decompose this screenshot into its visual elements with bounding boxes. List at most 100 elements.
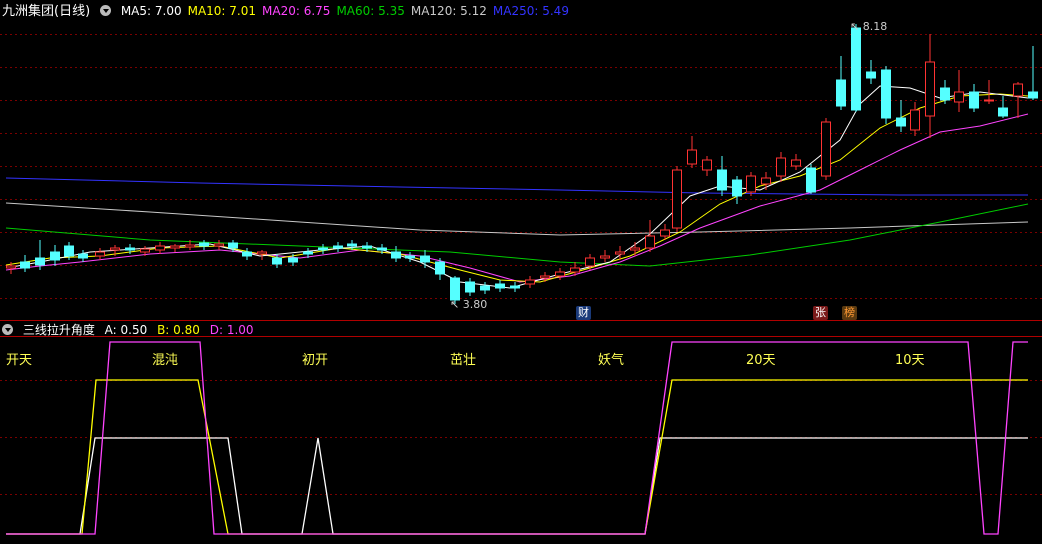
candle-body (20, 261, 30, 269)
candle-body (6, 265, 16, 269)
ma-legend-item: MA10: 7.01 (187, 4, 257, 18)
candlesticks (6, 24, 1038, 304)
candle-body (35, 257, 45, 266)
candle-body (420, 255, 430, 263)
candle-body (257, 251, 267, 255)
stock-title: 九洲集团(日线) (2, 4, 91, 19)
candle-body (746, 175, 756, 193)
candle-body (170, 245, 180, 249)
candle-body (984, 99, 994, 102)
indicator-a-line (6, 437, 1028, 535)
candle-body (925, 61, 935, 117)
candle-body (242, 251, 252, 257)
candle-body (510, 285, 520, 289)
phase-label: 混沌 (152, 353, 179, 368)
candle-body (525, 279, 535, 285)
moving-average-lines (5, 85, 1029, 289)
candle-body (630, 247, 640, 251)
candle-body (940, 87, 950, 101)
candle-body (450, 277, 460, 301)
phase-label: 20天 (746, 353, 776, 368)
candle-body (866, 71, 876, 79)
indicator-title: 三线拉升角度 (22, 323, 95, 337)
candle-body (910, 109, 920, 131)
candle-body (333, 245, 343, 249)
phase-label: 初开 (302, 353, 329, 368)
candle-body (791, 159, 801, 167)
candle-body (78, 253, 88, 259)
ma20-line (5, 113, 1029, 283)
phase-label: 茁壮 (450, 353, 477, 368)
candle-body (303, 251, 313, 255)
candle-body (717, 169, 727, 191)
candle-body (199, 242, 209, 247)
candle-body (377, 247, 387, 251)
candle-body (185, 244, 195, 248)
candle-body (761, 177, 771, 185)
candle-body (391, 251, 401, 259)
candle-body (881, 69, 891, 119)
ma-legend-item: MA120: 5.12 (410, 4, 487, 18)
candle-body (954, 91, 964, 103)
ma250-line (5, 177, 1028, 196)
main-chart-header: 九洲集团(日线) MA5: 7.00 MA10: 7.01 MA20: 6.75 MA… (2, 2, 581, 20)
ma-legend-item: MA20: 6.75 (262, 4, 331, 18)
candle-body (555, 271, 565, 277)
candle-body (347, 243, 357, 247)
candle-body (465, 281, 475, 293)
candle-body (836, 79, 846, 107)
candle-body (110, 247, 120, 251)
candle-body (140, 248, 150, 253)
ma60-line (5, 203, 1029, 267)
event-tag-limit-up[interactable]: 张 (813, 306, 828, 320)
low-price-label: ↖ 3.80 (450, 298, 488, 311)
candle-body (214, 243, 224, 247)
candle-body (645, 235, 655, 249)
candle-body (821, 121, 831, 177)
chevron-down-icon[interactable] (99, 5, 111, 16)
ma-legend-item: MA60: 5.35 (336, 4, 405, 18)
ma-legend: MA5: 7.00 MA10: 7.01 MA20: 6.75 MA60: 5.35 M… (121, 4, 575, 18)
high-price-label: ↖ 8.18 (850, 20, 888, 33)
candle-body (272, 257, 282, 265)
candle-body (495, 283, 505, 289)
candle-body (540, 275, 550, 279)
candle-body (998, 107, 1008, 117)
candle-body (672, 169, 682, 229)
event-tag-finance[interactable]: 财 (576, 306, 591, 320)
candle-body (64, 245, 74, 257)
ma-legend-item: MA250: 5.49 (492, 4, 569, 18)
candle-body (969, 91, 979, 109)
indicator-b-value: B: 0.80 (157, 323, 200, 337)
candle-body (615, 251, 625, 255)
candle-body (95, 251, 105, 257)
indicator-d-value: D: 1.00 (209, 323, 254, 337)
candle-body (806, 167, 816, 193)
ma-legend-item: MA5: 7.00 (120, 4, 182, 18)
indicator-header: 三线拉升角度 A: 0.50 B: 0.80 D: 1.00 (2, 321, 260, 339)
chevron-down-icon[interactable] (2, 324, 13, 335)
chart-canvas (0, 24, 1042, 535)
candle-body (660, 229, 670, 237)
candle-body (851, 27, 861, 111)
indicator-a-value: A: 0.50 (104, 323, 148, 337)
candle-body (155, 245, 165, 251)
candle-body (1028, 91, 1038, 99)
candle-body (288, 257, 298, 263)
phase-label: 开天 (6, 353, 33, 368)
ma120-line (5, 202, 1029, 236)
candle-body (318, 247, 328, 251)
candle-body (362, 245, 372, 249)
event-tag-billboard[interactable]: 榜 (842, 306, 857, 320)
candle-body (896, 117, 906, 127)
candle-body (702, 159, 712, 171)
candle-body (776, 157, 786, 177)
phase-label: 10天 (895, 353, 925, 368)
candle-body (405, 255, 415, 259)
candle-body (480, 285, 490, 291)
candle-body (585, 257, 595, 267)
candle-body (228, 242, 238, 249)
candle-body (570, 267, 580, 273)
candle-body (600, 255, 610, 259)
indicator-b-line (6, 379, 1028, 535)
